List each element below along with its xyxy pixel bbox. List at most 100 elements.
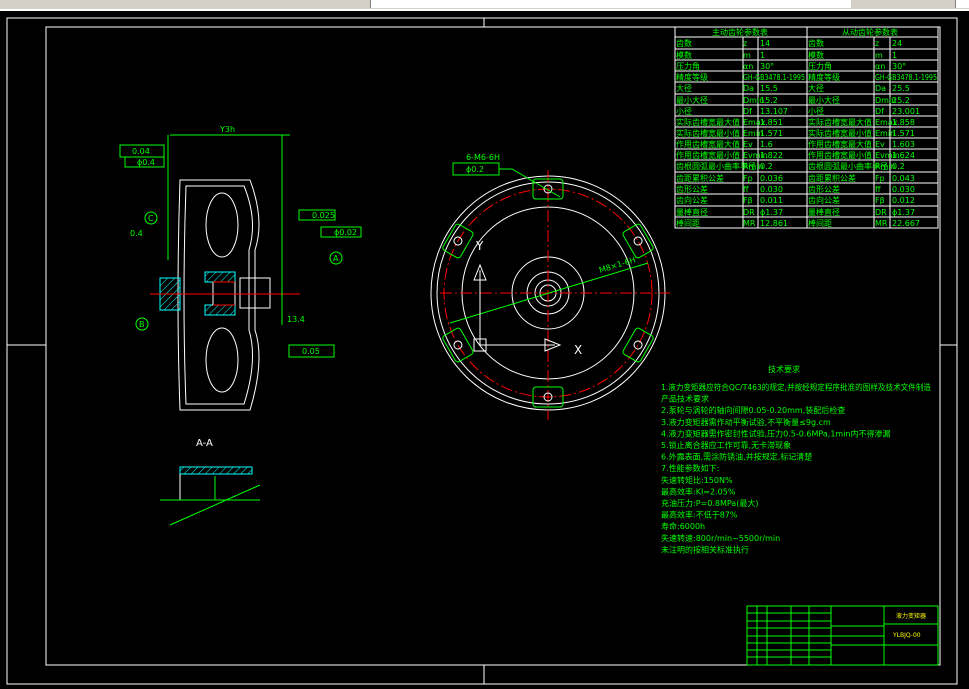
param-symbol: ff (743, 185, 749, 194)
table-header: 主动齿轮参数表 (712, 27, 768, 37)
front-view: M8×1-6H X Y 6-M6-6H ϕ0.2 (430, 153, 670, 420)
bolt-pattern-label: 6-M6-6H (466, 153, 500, 162)
param-name: 模数 (808, 50, 824, 60)
param-value: 1.624 (892, 151, 915, 160)
param-symbol: z (875, 39, 879, 48)
param-name: 齿向公差 (676, 195, 708, 205)
param-symbol: αn (743, 62, 753, 71)
param-symbol: Ev (743, 140, 753, 149)
runout-tolerance-bottom: 0.05 (302, 347, 320, 356)
param-symbol: Da (875, 84, 886, 93)
note-line: 寿命:6000h (661, 521, 705, 531)
param-name: 作用齿槽宽最大值 (808, 139, 872, 149)
note-line: 最高效率:不低于87% (661, 510, 738, 520)
note-line: 6.外露表面,需涂防锈油,并按规定,标记清楚 (661, 452, 812, 462)
param-symbol: Da (743, 84, 754, 93)
param-symbol: Fp (875, 174, 885, 183)
drawing-frame (45, 26, 941, 666)
param-name: 大径 (676, 83, 692, 93)
overall-length-dimension: Y3h (219, 125, 235, 134)
param-name: 小径 (676, 106, 692, 116)
ucs-y-label: Y (475, 239, 484, 253)
param-symbol: GH-GB3478.1-1995 (875, 73, 937, 82)
param-value: 12.861 (760, 219, 788, 228)
param-symbol: GH-GB3478.1-1995 (743, 73, 805, 82)
param-symbol: z (743, 39, 747, 48)
surface-finish: 0.4 (130, 229, 143, 238)
param-name: 齿数 (808, 38, 824, 48)
param-name: 作用齿槽宽最小值 (676, 150, 740, 160)
param-symbol: Fβ (875, 196, 885, 205)
flatness-tolerance: 0.025 (312, 211, 335, 220)
datum-a: A (333, 254, 339, 263)
param-value: 0.036 (760, 174, 783, 183)
param-name: 作用齿槽宽最小值 (808, 150, 872, 160)
param-name: 压力角 (676, 61, 700, 71)
param-symbol: m (743, 51, 751, 60)
length-dimension: 13.4 (287, 315, 305, 324)
param-symbol: MR (743, 219, 756, 228)
param-name: 实际齿槽宽最小值 (676, 128, 740, 138)
param-value: ϕ1.37 (892, 208, 915, 217)
title-block: 液力变矩器 YLBJQ-00 (746, 605, 939, 666)
param-value: 0.043 (892, 174, 915, 183)
param-symbol: αn (875, 62, 885, 71)
param-symbol: Fp (743, 174, 753, 183)
param-name: 最小大径 (676, 95, 708, 105)
param-name: 齿形公差 (808, 184, 840, 194)
param-value: 14 (760, 39, 770, 48)
param-name: 齿形公差 (676, 184, 708, 194)
param-name: 齿距累积公差 (808, 173, 856, 183)
note-line: 1.液力变矩器应符合QC/T463的规定,并按经规定程序批准的图样及技术文件制造 (661, 382, 931, 392)
table-header: 从动齿轮参数表 (842, 27, 898, 37)
param-name: 精度等级 (808, 72, 840, 82)
note-line: 产品技术要求 (661, 394, 709, 404)
param-value: 30° (760, 62, 774, 71)
param-value: 1.571 (760, 129, 783, 138)
note-line: 未注明的按相关标准执行 (661, 544, 749, 554)
note-line: 5.锁止离合器应工作可靠,无卡滞现象 (661, 440, 791, 450)
datum-b: B (139, 320, 145, 329)
gear-parameter-table: 主动齿轮参数表 从动齿轮参数表齿数 z 14模数 m 1压力角 αn 30°精度等级 GH-GB… (674, 26, 939, 229)
param-value: 1.851 (760, 118, 783, 127)
param-value: 25.2 (892, 96, 910, 105)
param-value: 0.011 (760, 196, 783, 205)
param-symbol: ff (875, 185, 881, 194)
drawing-name: 液力变矩器 (896, 612, 926, 620)
param-value: 22.667 (892, 219, 920, 228)
param-value: ϕ1.37 (760, 208, 783, 217)
param-name: 齿距累积公差 (676, 173, 724, 183)
param-value: 24 (892, 39, 902, 48)
param-value: 1.858 (892, 118, 915, 127)
param-value: 1.6 (760, 140, 773, 149)
param-name: 量棒直径 (808, 207, 840, 217)
param-name: 模数 (676, 50, 692, 60)
param-name: 实际齿槽宽最小值 (808, 128, 872, 138)
param-symbol: Ev (875, 140, 885, 149)
cad-drawing-canvas[interactable]: 主动齿轮参数表 从动齿轮参数表齿数 z 14模数 m 1压力角 αn 30°精度等级 GH-GB… (0, 0, 969, 689)
param-name: 齿向公差 (808, 195, 840, 205)
param-name: 作用齿槽宽最大值 (676, 139, 740, 149)
param-name: 实际齿槽宽最大值 (808, 117, 872, 127)
param-value: 1 (892, 51, 897, 60)
note-line: 2.泵轮与涡轮的轴向间隙0.05-0.20mm,装配后检查 (661, 405, 845, 415)
param-name: 压力角 (808, 61, 832, 71)
note-line: 7.性能参数如下: (661, 463, 719, 473)
position-tolerance-top: ϕ0.4 (137, 158, 155, 167)
param-symbol: MR (875, 219, 888, 228)
param-symbol: Df (743, 107, 752, 116)
param-name: 精度等级 (676, 72, 708, 82)
param-symbol: Fβ (743, 196, 753, 205)
drawing-number: YLBJQ-00 (892, 632, 921, 639)
note-line: 失速转速:800r/min~5500r/min (661, 533, 780, 543)
bolt-hole-circle (633, 340, 643, 350)
param-name: 量棒直径 (676, 207, 708, 217)
notes-title: 技术要求 (768, 364, 800, 374)
param-value: 1.571 (892, 129, 915, 138)
param-value: 1.822 (760, 151, 783, 160)
position-tolerance-value: ϕ0.2 (466, 165, 484, 174)
param-symbol: Df (875, 107, 884, 116)
note-line: 充油压力:P=0.8MPa(最大) (661, 498, 758, 508)
note-line: 3.液力变矩器需作动平衡试验,不平衡量≤9g.cm (661, 417, 831, 427)
param-value: 15.5 (760, 84, 778, 93)
